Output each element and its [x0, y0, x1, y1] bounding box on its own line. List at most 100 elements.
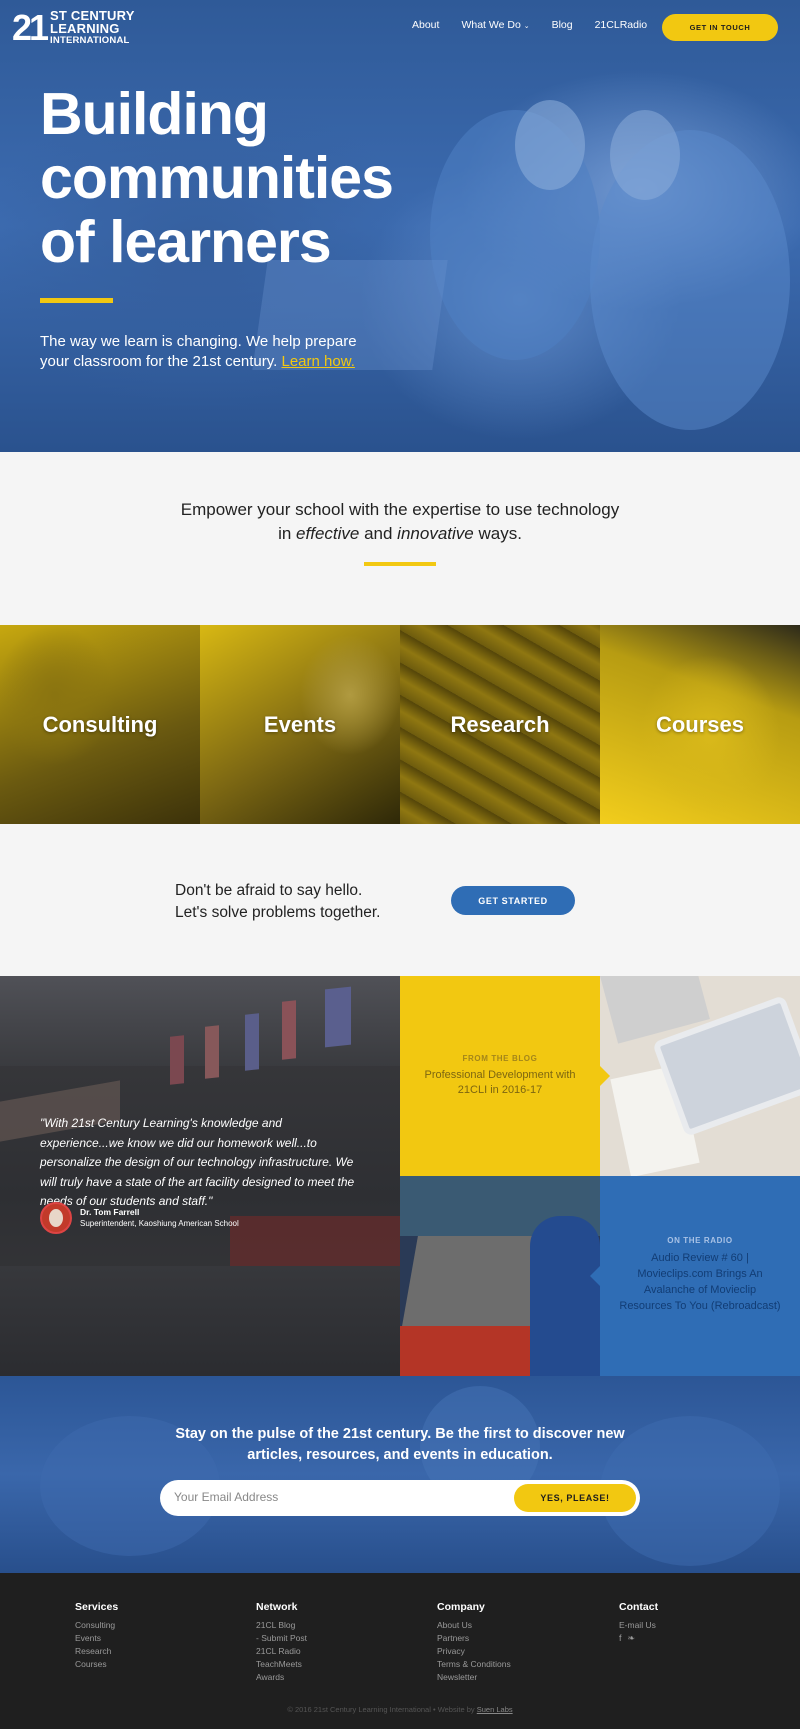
get-in-touch-button[interactable]: GET IN TOUCH — [662, 14, 778, 41]
footer-col-title: Services — [75, 1601, 119, 1613]
empower-em-innovative: innovative — [397, 524, 474, 543]
nav-about[interactable]: About — [412, 19, 439, 31]
author-role: Superintendent, Kaoshiung American Schoo… — [80, 1219, 239, 1228]
footer-col-contact: Contact E-mail Us f ❧ — [619, 1601, 769, 1644]
tile-events-label: Events — [263, 711, 337, 737]
nav-radio[interactable]: 21CLRadio — [595, 19, 648, 31]
testimonial-author: Dr. Tom Farrell Superintendent, Kaoshiun… — [40, 1202, 239, 1234]
building-wall — [230, 1216, 400, 1266]
twitter-icon[interactable]: ❧ — [628, 1633, 636, 1644]
copyright-text: © 2016 21st Century Learning Internation… — [287, 1705, 475, 1714]
hero-photo-face — [610, 110, 680, 200]
services-tiles: Consulting Events Research Courses — [0, 625, 800, 824]
footer-link[interactable]: Courses — [75, 1658, 225, 1671]
footer-link[interactable]: Newsletter — [437, 1671, 587, 1684]
tile-consulting-label: Consulting — [42, 711, 158, 737]
empower-pre: in — [278, 524, 297, 543]
radio-kicker: ON THE RADIO — [667, 1236, 733, 1245]
tile-courses[interactable]: Courses — [600, 625, 800, 824]
footer-link[interactable]: About Us — [437, 1619, 587, 1632]
empower-line-1: Empower your school with the expertise t… — [180, 500, 620, 519]
credit-link[interactable]: Suen Labs — [477, 1705, 513, 1714]
footer-col-title: Company — [437, 1601, 485, 1613]
tile-research-label: Research — [450, 711, 550, 737]
contact-cta-section: Don't be afraid to say hello. Let's solv… — [0, 824, 800, 976]
blog-card[interactable]: FROM THE BLOG Professional Development w… — [400, 976, 610, 1176]
testimonial-card: "With 21st Century Learning's knowledge … — [0, 976, 400, 1376]
empower-em-effective: effective — [296, 524, 360, 543]
logo-line-3: INTERNATIONAL — [50, 35, 130, 46]
page: 21 ST CENTURY LEARNING INTERNATIONAL Abo… — [0, 0, 800, 1729]
footer-link[interactable]: Consulting — [75, 1619, 225, 1632]
hero-subtitle: The way we learn is changing. We help pr… — [40, 332, 360, 372]
tablet-image — [600, 976, 800, 1176]
hero-section: 21 ST CENTURY LEARNING INTERNATIONAL Abo… — [0, 0, 800, 452]
tile-consulting[interactable]: Consulting — [0, 625, 200, 824]
logo-line-2: LEARNING — [50, 21, 120, 36]
radio-title: Audio Review # 60 | Movieclips.com Bring… — [619, 1252, 781, 1312]
footer: Services Consulting Events Research Cour… — [0, 1573, 800, 1729]
logo[interactable]: 21 ST CENTURY LEARNING INTERNATIONAL — [12, 7, 135, 48]
footer-link[interactable]: Privacy — [437, 1645, 587, 1658]
blog-arrow — [600, 1066, 610, 1086]
empower-text: Empower your school with the expertise t… — [100, 498, 700, 546]
facebook-icon[interactable]: f — [619, 1633, 622, 1644]
get-started-button[interactable]: GET STARTED — [451, 886, 575, 915]
footer-link[interactable]: Events — [75, 1632, 225, 1645]
footer-col-company: Company About Us Partners Privacy Terms … — [437, 1601, 587, 1684]
avatar-face — [49, 1209, 63, 1227]
radio-card[interactable]: ON THE RADIO Audio Review # 60 | Moviecl… — [590, 1176, 800, 1376]
footer-col-title: Network — [256, 1601, 298, 1613]
nav-blog[interactable]: Blog — [552, 19, 573, 31]
footer-col-services: Services Consulting Events Research Cour… — [75, 1601, 225, 1671]
tile-courses-label: Courses — [655, 711, 745, 737]
newsletter-section: Stay on the pulse of the 21st century. B… — [0, 1376, 800, 1573]
flag-decoration — [245, 1013, 259, 1071]
email-us-link[interactable]: E-mail Us — [619, 1619, 769, 1632]
footer-col-network: Network 21CL Blog - Submit Post 21CL Rad… — [256, 1601, 406, 1684]
learn-how-link[interactable]: Learn how. — [282, 353, 355, 370]
email-input[interactable]: Your Email Address — [174, 1490, 278, 1504]
nav-what-we-do[interactable]: What We Do ⌄ — [461, 19, 529, 31]
empower-post: ways. — [473, 524, 522, 543]
copyright: © 2016 21st Century Learning Internation… — [0, 1705, 800, 1714]
hero-photo-face — [515, 100, 585, 190]
host-figure — [530, 1216, 600, 1376]
empower-mid: and — [359, 524, 398, 543]
footer-link[interactable]: Awards — [256, 1671, 406, 1684]
blog-kicker: FROM THE BLOG — [462, 1054, 538, 1063]
flag-decoration — [325, 986, 351, 1048]
flag-decoration — [170, 1035, 184, 1085]
hero-divider — [40, 298, 113, 303]
author-name: Dr. Tom Farrell — [80, 1207, 140, 1217]
contact-cta-line-1: Don't be afraid to say hello. — [175, 882, 363, 899]
footer-link[interactable]: Partners — [437, 1632, 587, 1645]
footer-link[interactable]: 21CL Radio — [256, 1645, 406, 1658]
footer-link[interactable]: TeachMeets — [256, 1658, 406, 1671]
footer-link[interactable]: Terms & Conditions — [437, 1658, 587, 1671]
radio-image — [400, 1176, 600, 1376]
logo-mark: 21 — [12, 7, 49, 48]
contact-cta-line-2: Let's solve problems together. — [175, 904, 381, 921]
building-floor — [0, 1266, 400, 1376]
footer-col-title: Contact — [619, 1601, 659, 1613]
hero-title: Building communities of learners — [40, 81, 394, 275]
empower-section: Empower your school with the expertise t… — [0, 452, 800, 625]
flag-decoration — [282, 1000, 296, 1060]
logo-text: ST CENTURY LEARNING INTERNATIONAL — [50, 9, 135, 46]
footer-link[interactable]: 21CL Blog — [256, 1619, 406, 1632]
subscribe-button[interactable]: YES, PLEASE! — [514, 1484, 636, 1512]
newsletter-heading: Stay on the pulse of the 21st century. B… — [175, 1426, 625, 1463]
blog-title: Professional Development with 21CLI in 2… — [424, 1069, 576, 1096]
newsletter-form: Your Email Address YES, PLEASE! — [160, 1480, 640, 1516]
tile-events[interactable]: Events — [200, 625, 400, 824]
tile-research[interactable]: Research — [400, 625, 600, 824]
footer-link[interactable]: Research — [75, 1645, 225, 1658]
social-links: f ❧ — [619, 1633, 769, 1644]
footer-link[interactable]: - Submit Post — [256, 1632, 406, 1645]
features-grid: "With 21st Century Learning's knowledge … — [0, 976, 800, 1376]
top-nav: 21 ST CENTURY LEARNING INTERNATIONAL Abo… — [0, 0, 800, 54]
author-meta: Dr. Tom Farrell Superintendent, Kaoshiun… — [80, 1207, 239, 1229]
testimonial-quote: "With 21st Century Learning's knowledge … — [40, 1116, 355, 1208]
radio-arrow — [590, 1266, 600, 1286]
